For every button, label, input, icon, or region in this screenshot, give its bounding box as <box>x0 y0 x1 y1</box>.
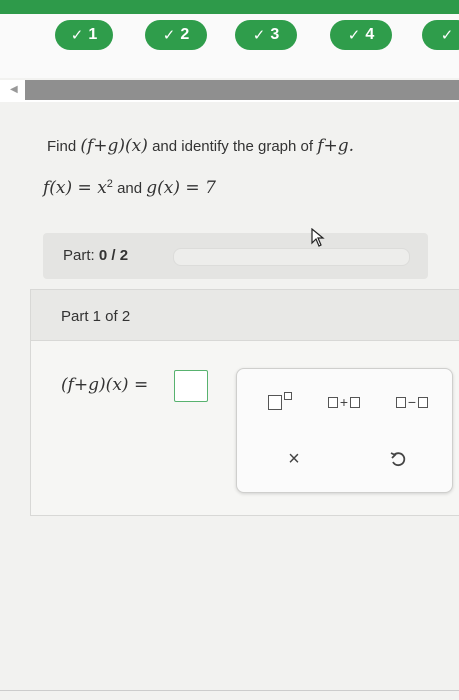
box-icon <box>327 396 338 408</box>
box-icon <box>395 396 406 408</box>
part-progress-value: 0 / 2 <box>98 247 129 264</box>
check-icon: ✓ <box>347 27 361 44</box>
exponent-box-icon <box>284 392 292 400</box>
question-expression-2: f+g. <box>317 136 355 156</box>
part-progress-track <box>173 248 410 266</box>
box-icon <box>418 396 429 408</box>
undo-button[interactable] <box>373 444 423 474</box>
add-button[interactable]: + <box>319 387 369 417</box>
step-4-button[interactable]: ✓ 4 <box>330 20 392 50</box>
clear-button[interactable]: × <box>269 444 319 474</box>
part-progress-label: Part: 0 / 2 <box>63 247 128 264</box>
base-box-icon <box>268 394 282 410</box>
top-header-bar <box>0 0 459 14</box>
check-icon: ✓ <box>70 27 84 44</box>
mouse-cursor-icon <box>311 228 325 247</box>
step-3-button[interactable]: ✓ 3 <box>235 20 297 50</box>
check-icon: ✓ <box>162 27 176 44</box>
question-prefix: Find <box>47 138 77 155</box>
given-functions: f(x) = x2 and g(x) = 7 <box>43 178 216 198</box>
step-1-button[interactable]: ✓ 1 <box>55 20 113 50</box>
box-icon <box>350 396 361 408</box>
math-toolbar: + − × <box>236 368 453 493</box>
step-label: 4 <box>365 26 375 43</box>
step-label: 1 <box>88 26 98 43</box>
question-middle: and identify the graph of <box>152 138 314 155</box>
question-text: Find (f+g)(x) and identify the graph of … <box>47 136 354 156</box>
step-label: 2 <box>180 26 190 43</box>
part-progress-bar: Part: 0 / 2 <box>43 233 428 279</box>
undo-icon <box>390 452 406 467</box>
plus-symbol: + <box>339 394 349 410</box>
bottom-divider <box>0 690 459 691</box>
check-icon: ✓ <box>252 27 266 44</box>
f-definition: f(x) = x <box>43 178 107 198</box>
f-exponent: 2 <box>106 178 113 190</box>
g-definition: g(x) = 7 <box>146 178 216 198</box>
conjunction: and <box>117 180 143 197</box>
answer-label: (f+g)(x) = <box>61 375 149 395</box>
minus-symbol: − <box>407 394 417 410</box>
exponent-button[interactable] <box>255 387 305 417</box>
step-2-button[interactable]: ✓ 2 <box>145 20 207 50</box>
step-5-button[interactable]: ✓ <box>422 20 459 50</box>
clear-icon: × <box>288 447 300 470</box>
back-arrow-icon[interactable]: ◀ <box>10 84 18 95</box>
answer-input[interactable] <box>174 370 208 402</box>
step-label: 3 <box>270 26 280 43</box>
part-label-text: Part: <box>63 247 95 264</box>
question-expression: (f+g)(x) <box>80 136 148 156</box>
part-card-title: Part 1 of 2 <box>61 308 131 325</box>
subtract-button[interactable]: − <box>387 387 437 417</box>
progress-bar <box>25 80 459 100</box>
part-card-header: Part 1 of 2 <box>31 290 459 341</box>
check-icon: ✓ <box>440 27 454 44</box>
